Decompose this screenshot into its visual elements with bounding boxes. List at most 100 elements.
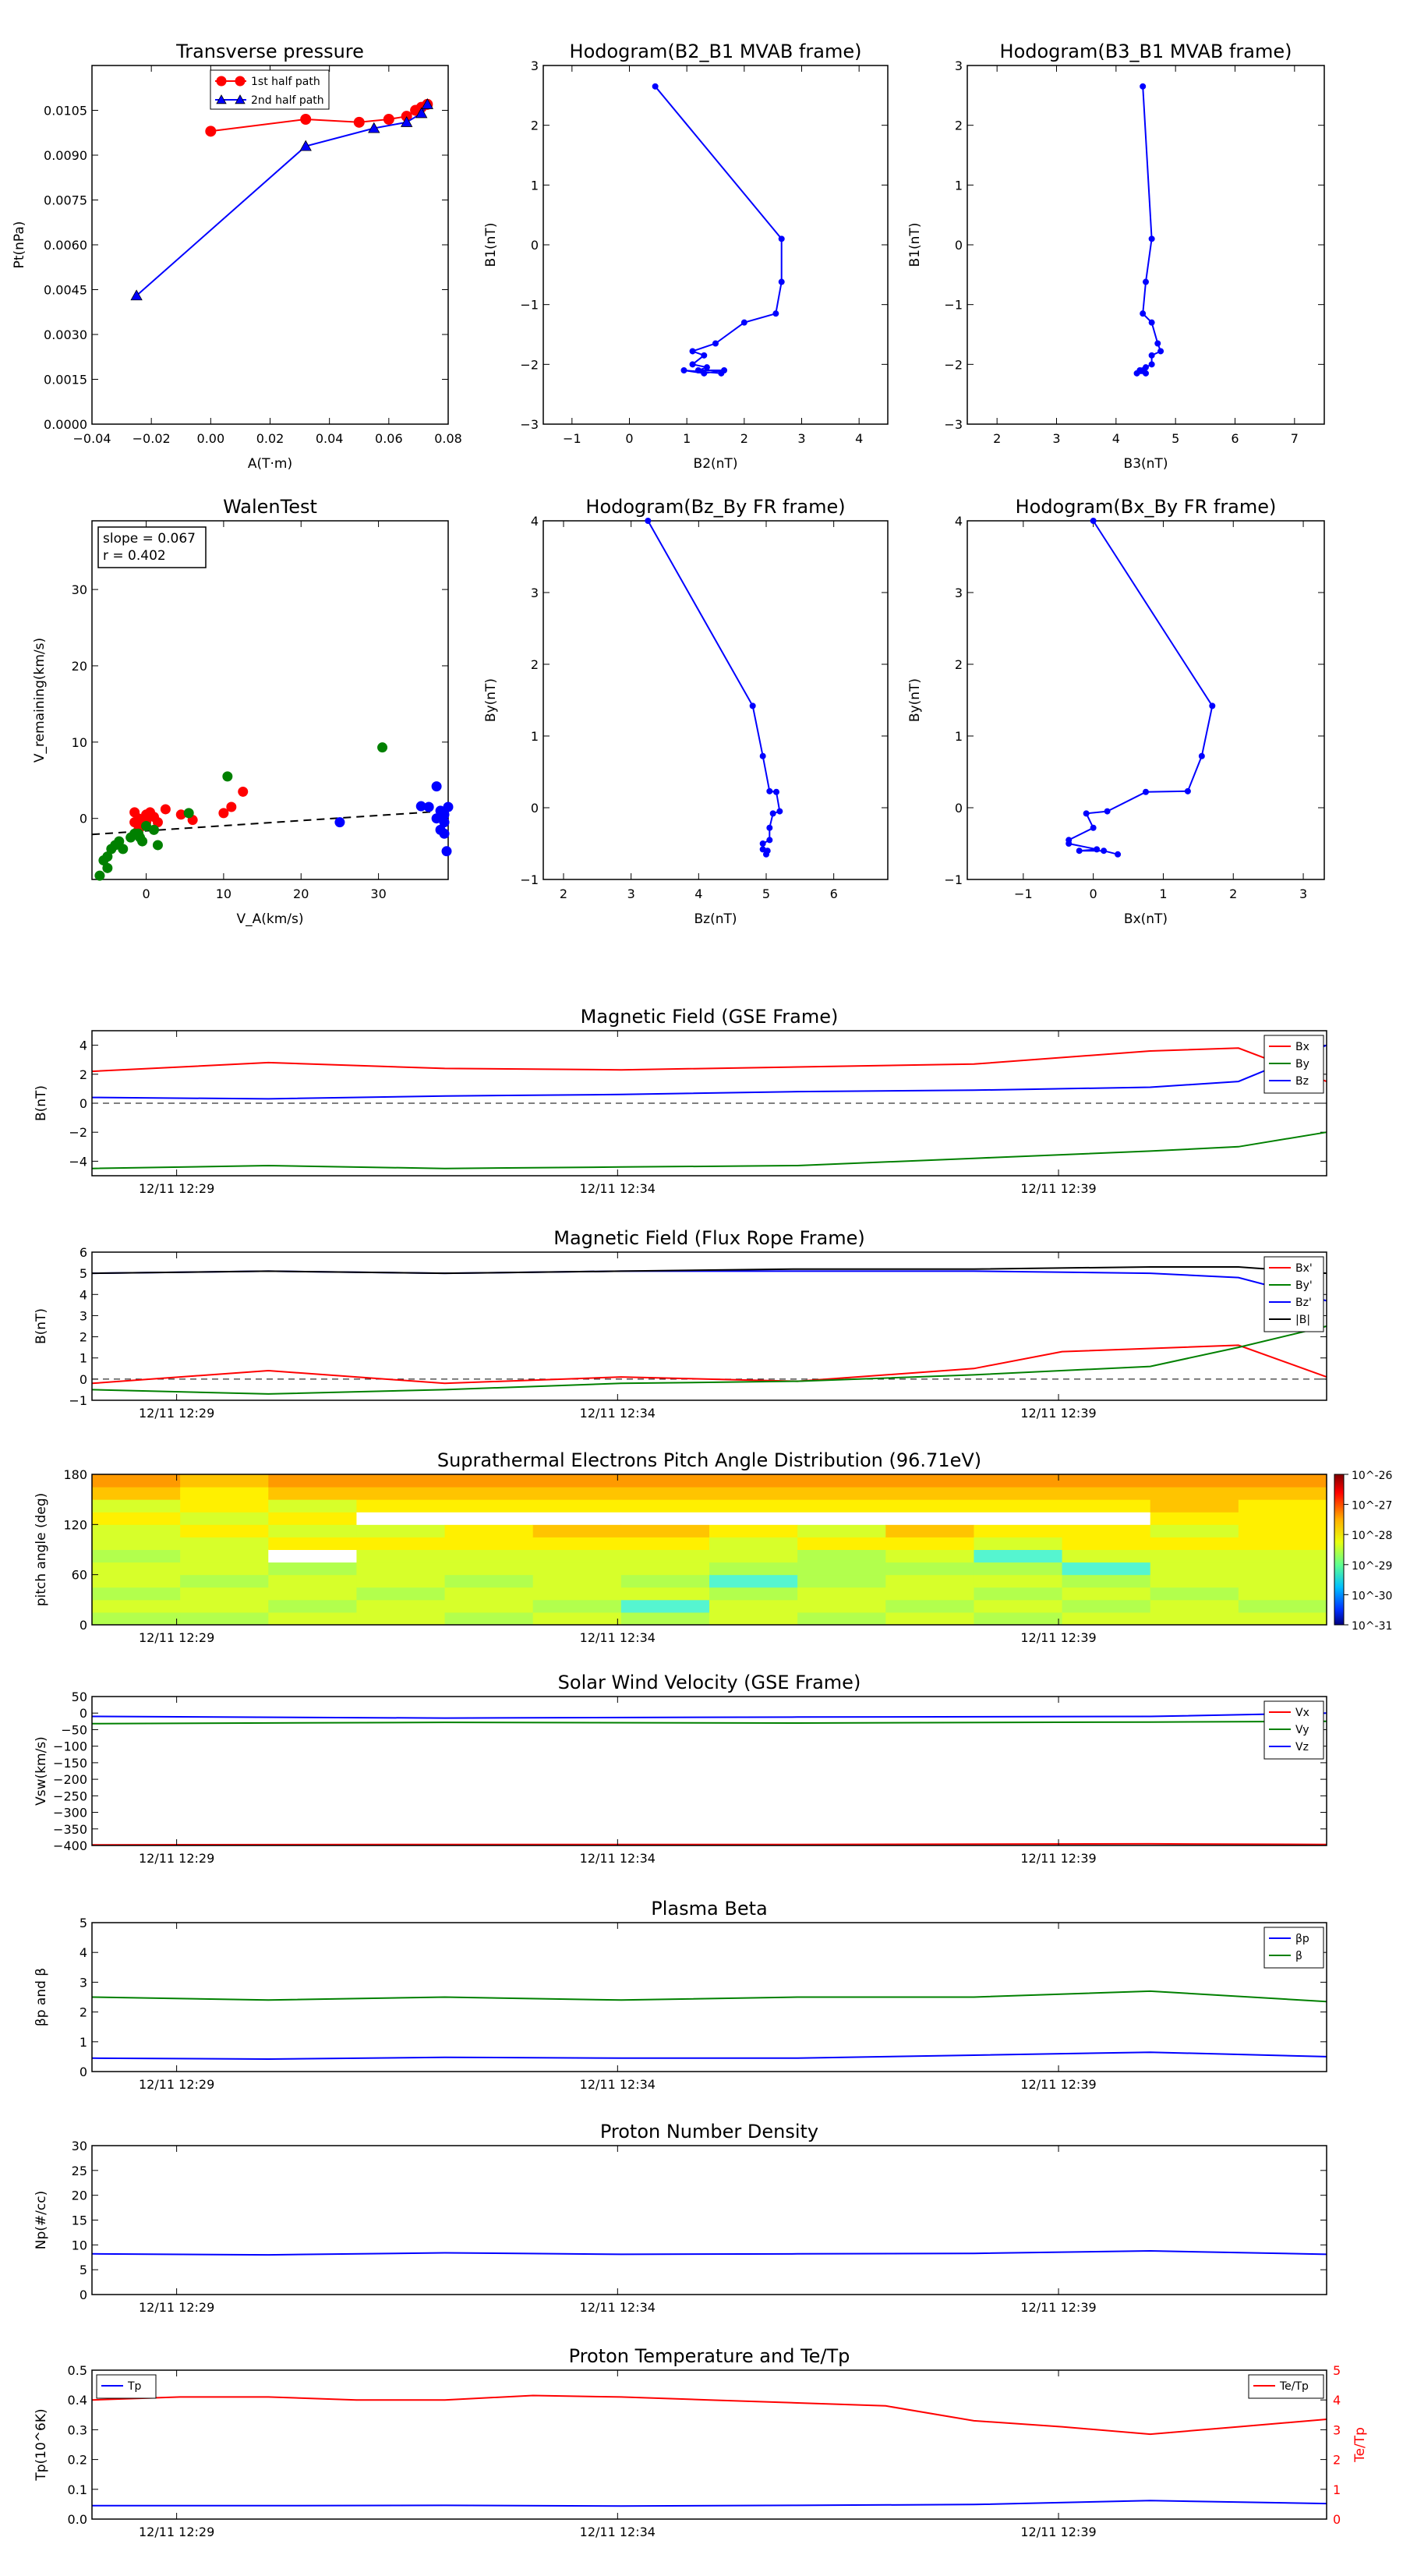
series-line [91, 1325, 1327, 1395]
heatmap-cell [268, 1549, 357, 1563]
heatmap-cell [1062, 1549, 1151, 1563]
y-tick-label: −4 [69, 1154, 87, 1169]
y-tick-label: 4 [80, 1287, 87, 1302]
data-point [141, 809, 152, 820]
y-axis-label: βp and β [34, 1968, 49, 2026]
legend-label: Vx [1295, 1707, 1309, 1719]
heatmap-cell [797, 1499, 886, 1513]
heatmap-cell [1238, 1562, 1327, 1576]
legend-label: Bx [1295, 1041, 1309, 1053]
heatmap-cell [709, 1524, 798, 1537]
legend-label: By' [1295, 1279, 1313, 1292]
y-tick-label: 1 [531, 729, 539, 744]
data-point [226, 801, 237, 812]
heatmap-cell [1238, 1612, 1327, 1626]
y-tick-label: −100 [53, 1739, 87, 1754]
data-point [1090, 518, 1097, 524]
chart-title: Solar Wind Velocity (GSE Frame) [558, 1672, 861, 1693]
heatmap-cell [268, 1599, 357, 1613]
x-tick-label: 10 [216, 886, 231, 901]
y-tick-label: 30 [72, 2139, 87, 2153]
x-tick-label: 12/11 12:34 [580, 1630, 656, 1645]
series-line [136, 104, 429, 296]
legend-box [1263, 1927, 1324, 1969]
y-tick-label: 0.0060 [44, 238, 87, 253]
chart-title: Hodogram(Bx_By FR frame) [1016, 496, 1277, 518]
y-tick-label-right: 1 [1333, 2482, 1341, 2497]
data-point [680, 367, 687, 373]
heatmap-cell [532, 1524, 622, 1537]
heatmap-cell [444, 1599, 534, 1613]
heatmap-cell [180, 1537, 269, 1550]
panel-transverse_pressure: 0.0000 0.0015 0.0030 0.0045 0.0060 0.0075 0.00… [12, 41, 462, 472]
heatmap-cell [444, 1474, 534, 1488]
x-tick-label: 0.08 [434, 431, 462, 446]
heatmap-cell [92, 1524, 181, 1537]
heatmap-cell [92, 1562, 181, 1576]
heatmap-cell [444, 1574, 534, 1588]
heatmap-cell [620, 1512, 710, 1525]
heatmap-cell [974, 1574, 1063, 1588]
heatmap-cell [92, 1487, 181, 1500]
data-point [766, 824, 773, 831]
y-tick-label: −2 [69, 1125, 87, 1140]
y-axis-label: V_remaining(km/s) [32, 638, 48, 763]
heatmap-cell [356, 1574, 446, 1588]
heatmap-cell [709, 1487, 798, 1500]
heatmap-cell [974, 1599, 1063, 1613]
y-tick-label: −250 [53, 1789, 87, 1803]
x-tick-label: 12/11 12:39 [1020, 2077, 1096, 2092]
chart-title: Proton Number Density [600, 2121, 818, 2143]
heatmap-cell [1150, 1512, 1239, 1525]
heatmap-cell [268, 1562, 357, 1576]
heatmap-cell [356, 1587, 446, 1601]
y-tick-label: 0.2 [68, 2453, 87, 2468]
x-tick-label: 4 [1112, 431, 1120, 446]
heatmap-cell [356, 1512, 446, 1525]
heatmap-cell [356, 1537, 446, 1550]
x-tick-label: 6 [1231, 431, 1239, 446]
heatmap-cell [797, 1474, 886, 1488]
x-tick-label: 0 [142, 886, 150, 901]
heatmap-cell [974, 1549, 1063, 1563]
heatmap-cell [709, 1612, 798, 1626]
x-tick-label: 3 [1299, 886, 1307, 901]
y-tick-label: 6 [80, 1245, 87, 1260]
data-point-circle [205, 126, 217, 137]
heatmap-cell [444, 1587, 534, 1601]
data-point [773, 788, 779, 795]
legend-label: Te/Tp [1279, 2380, 1309, 2393]
heatmap-cell [444, 1487, 534, 1500]
heatmap-cell [620, 1549, 710, 1563]
chart-title: Hodogram(B3_B1 MVAB frame) [1000, 41, 1292, 62]
y-tick-label: −1 [520, 298, 539, 313]
y-tick-label: 3 [955, 586, 963, 600]
y-tick-label: 0 [955, 801, 963, 816]
heatmap-cell [268, 1524, 357, 1537]
data-point [222, 771, 233, 782]
y-tick-label: 10 [72, 735, 87, 750]
heatmap-cell [797, 1612, 886, 1626]
y-tick-label-right: 2 [1333, 2453, 1341, 2468]
x-tick-label: 0.04 [316, 431, 344, 446]
legend-label: Vy [1295, 1724, 1309, 1736]
data-point-circle [383, 114, 394, 125]
x-axis-label: A(T·m) [248, 456, 292, 472]
x-tick-label: 12/11 12:29 [139, 2300, 214, 2315]
y-axis-label-right: Te/Tp [1352, 2427, 1368, 2463]
plot-frame [91, 2369, 1327, 2520]
heatmap-cell [1062, 1562, 1151, 1576]
figure-canvas: 0.0000 0.0015 0.0030 0.0045 0.0060 0.0075 0.00… [0, 0, 1403, 2573]
x-tick-label: 7 [1291, 431, 1299, 446]
heatmap-cell [92, 1612, 181, 1626]
heatmap-cell [797, 1562, 886, 1576]
heatmap-cell [92, 1574, 181, 1588]
y-tick-label: 60 [72, 1568, 87, 1583]
legend: Te/Tp [1248, 2374, 1324, 2399]
y-tick-label: 2 [955, 657, 963, 672]
data-point [1184, 787, 1191, 794]
y-tick-label: 3 [531, 58, 539, 73]
plot-frame [542, 520, 889, 880]
plot-frame [91, 1922, 1327, 2072]
heatmap-cell [180, 1599, 269, 1613]
